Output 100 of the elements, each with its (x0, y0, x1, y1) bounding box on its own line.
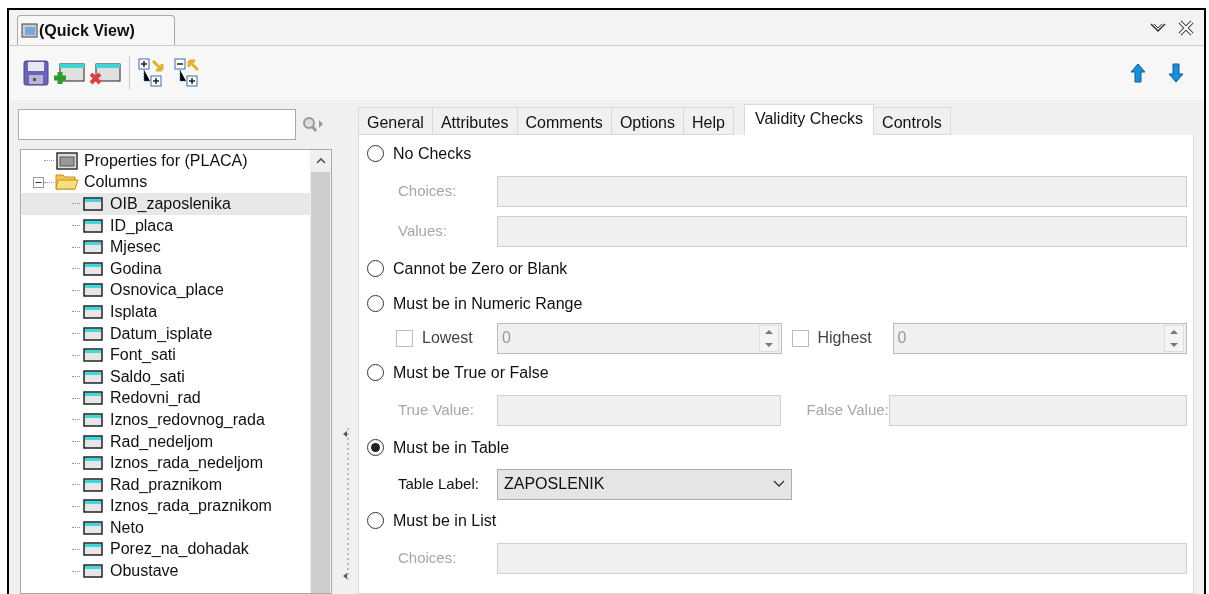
tree-item-label: Redovni_rad (110, 388, 201, 409)
radio-button[interactable] (367, 512, 384, 529)
tab[interactable]: Help (684, 107, 734, 135)
column-icon (83, 304, 103, 319)
column-icon (83, 499, 103, 514)
tree-item[interactable]: Properties for (PLACA) (21, 150, 310, 172)
tree-item[interactable]: Columns (21, 171, 310, 194)
tree-item[interactable]: Isplata (21, 301, 310, 323)
radio-button[interactable] (367, 295, 384, 312)
tree-item-label: Rad_nedeljom (110, 431, 214, 452)
tab[interactable]: General (358, 107, 433, 135)
tree-item-label: Columns (84, 172, 148, 193)
radio-label: Must be in Numeric Range (393, 293, 583, 314)
folder-icon (55, 173, 79, 192)
tree-item[interactable]: Iznos_rada_praznikom (21, 495, 310, 518)
tab-title: (Quick View) (39, 20, 135, 41)
tree-item-label: Godina (110, 258, 162, 279)
tree-item-label: Iznos_rada_praznikom (110, 496, 272, 517)
column-icon (83, 434, 103, 449)
tree-item[interactable]: Neto (21, 517, 310, 539)
column-icon (83, 391, 103, 406)
field-label: Table Label: (398, 473, 480, 494)
tree-item[interactable]: Font_sati (21, 344, 310, 366)
column-icon (83, 283, 103, 298)
search-icon[interactable] (302, 115, 324, 134)
tree-item[interactable]: Porez_na_dohadak (21, 538, 310, 561)
column-icon (83, 477, 103, 492)
tree-item[interactable]: OIB_zaposlenika (21, 193, 310, 215)
delete-window-icon (89, 60, 121, 86)
checkbox-label: Lowest (421, 328, 474, 348)
tree-item-label: Font_sati (110, 345, 176, 366)
tree-item-label: Isplata (110, 301, 158, 322)
add-window-icon (53, 60, 85, 86)
tree-item[interactable]: Iznos_redovnog_rada (21, 409, 310, 431)
radio-label: No Checks (393, 143, 472, 164)
column-icon (83, 564, 103, 579)
column-icon (83, 369, 103, 384)
radio-button[interactable] (367, 364, 384, 381)
tree-item[interactable]: Iznos_rada_nedeljom (21, 452, 310, 474)
tree-item-label: Neto (110, 517, 144, 538)
tree-item-label: Osnovica_place (110, 280, 224, 301)
tree-item-label: Mjesec (110, 237, 161, 258)
spinner-value: 0 (501, 328, 512, 348)
field-label: Values: (398, 220, 448, 241)
column-icon (83, 542, 103, 557)
field-label: Choices: (398, 547, 458, 568)
table-icon (56, 151, 78, 170)
input-field[interactable] (497, 542, 1187, 574)
tree-item[interactable]: Osnovica_place (21, 279, 310, 302)
tab[interactable]: Comments (517, 107, 612, 135)
dropdown-value: ZAPOSLENIK (504, 474, 606, 494)
tree-item[interactable]: Rad_nedeljom (21, 430, 310, 453)
tree-item-label: ID_placa (110, 215, 174, 236)
input-field[interactable] (497, 215, 1187, 247)
radio-button[interactable] (367, 260, 384, 277)
column-icon (83, 240, 103, 255)
window-icon (21, 22, 38, 39)
input-field[interactable] (888, 394, 1187, 426)
move-up-button[interactable] (1128, 61, 1148, 85)
tree-item[interactable]: Godina (21, 257, 310, 280)
tree-item[interactable]: Datum_isplate (21, 322, 310, 345)
tab[interactable]: Options (611, 107, 684, 135)
chevron-down-icon[interactable] (1150, 22, 1166, 34)
tree-item[interactable]: Redovni_rad (21, 387, 310, 410)
tree-item[interactable]: Mjesec (21, 236, 310, 258)
tab[interactable]: Attributes (432, 107, 518, 135)
dropdown[interactable]: ZAPOSLENIK (497, 468, 792, 500)
tree-item-label: Saldo_sati (110, 366, 185, 387)
column-icon (83, 261, 103, 276)
tree-item-label: Rad_praznikom (110, 474, 223, 495)
expand-tree-icon (138, 58, 166, 88)
tree-item[interactable]: ID_placa (21, 214, 310, 237)
tree-item[interactable]: Rad_praznikom (21, 473, 310, 496)
field-label: False Value: (805, 399, 889, 420)
search-field[interactable] (18, 109, 296, 140)
column-icon (83, 456, 103, 471)
collapse-tree-icon (174, 58, 202, 88)
collapse-icon[interactable] (33, 176, 44, 188)
tree-item-label: Datum_isplate (110, 323, 213, 344)
tree-item[interactable]: Obustave (21, 560, 310, 582)
column-icon (83, 412, 103, 427)
chevron-down-icon (773, 480, 785, 488)
input-field[interactable] (497, 394, 781, 426)
radio-button[interactable] (367, 145, 384, 162)
close-icon[interactable] (1178, 20, 1194, 36)
tab[interactable]: Validity Checks (743, 104, 875, 135)
field-label: Choices: (398, 180, 458, 201)
move-down-button[interactable] (1166, 61, 1186, 85)
field-label: True Value: (398, 399, 475, 420)
tree-item-label: Properties for (PLACA) (84, 150, 248, 171)
column-icon (83, 218, 103, 233)
document-tab[interactable]: (Quick View) (17, 15, 175, 45)
checkbox-label: Highest (816, 328, 873, 348)
tab[interactable]: Controls (874, 107, 951, 135)
input-field[interactable] (497, 175, 1187, 207)
radio-button[interactable] (367, 439, 384, 456)
save-button[interactable] (21, 58, 51, 88)
arrow-up-icon (1130, 63, 1146, 83)
tree-item-label: Iznos_redovnog_rada (110, 409, 265, 430)
tree-item[interactable]: Saldo_sati (21, 365, 310, 388)
